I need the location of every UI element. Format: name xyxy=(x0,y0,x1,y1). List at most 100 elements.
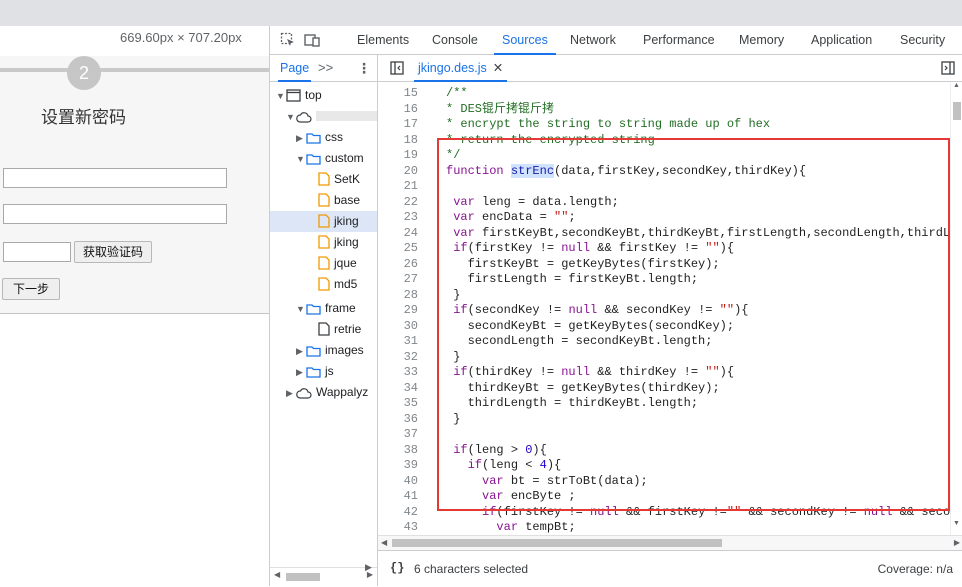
scroll-down-icon[interactable]: ▼ xyxy=(953,520,960,527)
line-number[interactable]: 26 xyxy=(378,257,418,273)
tree-item-file-selected[interactable]: jking xyxy=(270,211,377,232)
tab-sources[interactable]: Sources xyxy=(494,26,556,55)
close-tab-icon[interactable]: ✕ xyxy=(493,61,503,75)
code-line[interactable]: 29 if(secondKey != null && secondKey != … xyxy=(378,303,962,319)
line-number[interactable]: 30 xyxy=(378,319,418,335)
tree-item-frame[interactable]: ▼ frame xyxy=(296,298,356,319)
line-number[interactable]: 42 xyxy=(378,505,418,521)
tree-item-images[interactable]: ▶ images xyxy=(296,340,364,361)
toggle-debugger-icon[interactable] xyxy=(941,61,955,75)
line-number[interactable]: 22 xyxy=(378,195,418,211)
code-line[interactable]: 34 thirdKeyBt = getKeyBytes(thirdKey); xyxy=(378,381,962,397)
code-line[interactable]: 17 * encrypt the string to string made up… xyxy=(378,117,962,133)
code-line[interactable]: 21 xyxy=(378,179,962,195)
line-number[interactable]: 16 xyxy=(378,102,418,118)
tree-item-top[interactable]: ▼ top xyxy=(276,85,322,106)
code-line[interactable]: 42 if(firstKey != null && firstKey !="" … xyxy=(378,505,962,521)
line-number[interactable]: 35 xyxy=(378,396,418,412)
code-line[interactable]: 18 * return the encrypted string xyxy=(378,133,962,149)
scroll-up-icon[interactable]: ▲ xyxy=(953,82,960,89)
tree-item-file[interactable]: SetK xyxy=(318,169,360,190)
code-line[interactable]: 38 if(leng > 0){ xyxy=(378,443,962,459)
tab-memory[interactable]: Memory xyxy=(739,26,784,54)
next-step-button[interactable]: 下一步 xyxy=(2,278,60,300)
line-number[interactable]: 37 xyxy=(378,427,418,443)
toggle-navigator-icon[interactable] xyxy=(390,61,404,75)
code-line[interactable]: 15 /** xyxy=(378,86,962,102)
line-number[interactable]: 20 xyxy=(378,164,418,180)
scroll-left-icon[interactable]: ◀ xyxy=(381,538,387,547)
tree-item-file[interactable]: jque xyxy=(318,253,357,274)
code-line[interactable]: 20 function strEnc(data,firstKey,secondKe… xyxy=(378,163,962,180)
code-line[interactable]: 37 xyxy=(378,427,962,443)
confirm-password-input[interactable] xyxy=(3,204,227,224)
tab-console[interactable]: Console xyxy=(432,26,478,54)
line-number[interactable]: 28 xyxy=(378,288,418,304)
code-line[interactable]: 23 var encData = ""; xyxy=(378,210,962,226)
tree-item-custom[interactable]: ▼ custom xyxy=(296,148,364,169)
line-number[interactable]: 34 xyxy=(378,381,418,397)
navigator-hscrollbar[interactable]: ◀ ▶ xyxy=(270,567,377,586)
expand-arrow-icon[interactable]: ▶ xyxy=(365,562,372,573)
scrollbar-thumb[interactable] xyxy=(286,573,320,581)
line-number[interactable]: 24 xyxy=(378,226,418,242)
code-content[interactable]: 15 /** 16 * DES锟斤拷锟斤拷 17 * encrypt the string… xyxy=(378,82,962,535)
tab-security[interactable]: Security xyxy=(900,26,945,54)
line-number[interactable]: 36 xyxy=(378,412,418,428)
tree-item-css[interactable]: ▶ css xyxy=(296,127,343,148)
tree-item-js[interactable]: ▶ js xyxy=(296,361,334,382)
line-number[interactable]: 23 xyxy=(378,210,418,226)
line-number[interactable]: 43 xyxy=(378,520,418,535)
line-number[interactable]: 25 xyxy=(378,241,418,257)
code-line[interactable]: 39 if(leng < 4){ xyxy=(378,458,962,474)
code-line[interactable]: 19 */ xyxy=(378,148,962,164)
code-line[interactable]: 32 } xyxy=(378,350,962,366)
scroll-right-icon[interactable]: ▶ xyxy=(954,538,960,547)
line-number[interactable]: 27 xyxy=(378,272,418,288)
tab-network[interactable]: Network xyxy=(570,26,616,54)
line-number[interactable]: 38 xyxy=(378,443,418,459)
scrollbar-thumb[interactable] xyxy=(392,539,722,547)
more-tabs-icon[interactable]: >> xyxy=(318,55,333,81)
line-number[interactable]: 32 xyxy=(378,350,418,366)
code-line[interactable]: 22 var leng = data.length; xyxy=(378,195,962,211)
tab-application[interactable]: Application xyxy=(811,26,872,54)
verification-code-input[interactable] xyxy=(3,242,71,262)
get-code-button[interactable]: 获取验证码 xyxy=(74,241,152,263)
line-number[interactable]: 18 xyxy=(378,133,418,149)
editor-hscrollbar[interactable]: ◀ ▶ xyxy=(378,535,962,550)
code-line[interactable]: 31 secondLength = secondKeyBt.length; xyxy=(378,334,962,350)
navigator-menu-icon[interactable]: ⋮ xyxy=(357,55,371,81)
inspect-element-icon[interactable] xyxy=(280,32,296,48)
code-line[interactable]: 35 thirdLength = thirdKeyBt.length; xyxy=(378,396,962,412)
line-number[interactable]: 19 xyxy=(378,148,418,164)
line-number[interactable]: 40 xyxy=(378,474,418,490)
line-number[interactable]: 31 xyxy=(378,334,418,350)
tree-item-file[interactable]: retrie xyxy=(318,319,361,340)
line-number[interactable]: 29 xyxy=(378,303,418,319)
navigator-tab-page[interactable]: Page xyxy=(277,55,312,82)
new-password-input[interactable] xyxy=(3,168,227,188)
code-line[interactable]: 27 firstLength = firstKeyBt.length; xyxy=(378,272,962,288)
tree-item-origin[interactable]: ▼ xyxy=(286,106,377,127)
code-line[interactable]: 16 * DES锟斤拷锟斤拷 xyxy=(378,102,962,118)
code-line[interactable]: 30 secondKeyBt = getKeyBytes(secondKey); xyxy=(378,319,962,335)
code-line[interactable]: 36 } xyxy=(378,412,962,428)
device-toolbar-icon[interactable] xyxy=(304,32,320,48)
file-tab[interactable]: jkingo.des.js ✕ xyxy=(413,55,508,82)
line-number[interactable]: 17 xyxy=(378,117,418,133)
code-line[interactable]: 43 var tempBt; xyxy=(378,520,962,535)
code-line[interactable]: 28 } xyxy=(378,288,962,304)
line-number[interactable]: 21 xyxy=(378,179,418,195)
tree-item-file[interactable]: jking xyxy=(318,232,359,253)
scrollbar-thumb[interactable] xyxy=(953,102,961,120)
code-line[interactable]: 40 var bt = strToBt(data); xyxy=(378,474,962,490)
tab-performance[interactable]: Performance xyxy=(643,26,715,54)
tab-elements[interactable]: Elements xyxy=(357,26,409,54)
tree-item-extension[interactable]: ▶ Wappalyz xyxy=(286,382,368,403)
editor-vscrollbar[interactable]: ▲ ▼ xyxy=(950,82,962,535)
line-number[interactable]: 15 xyxy=(378,86,418,102)
code-line[interactable]: 24 var firstKeyBt,secondKeyBt,thirdKeyBt… xyxy=(378,226,962,242)
code-line[interactable]: 26 firstKeyBt = getKeyBytes(firstKey); xyxy=(378,257,962,273)
tree-item-file[interactable]: base xyxy=(318,190,360,211)
